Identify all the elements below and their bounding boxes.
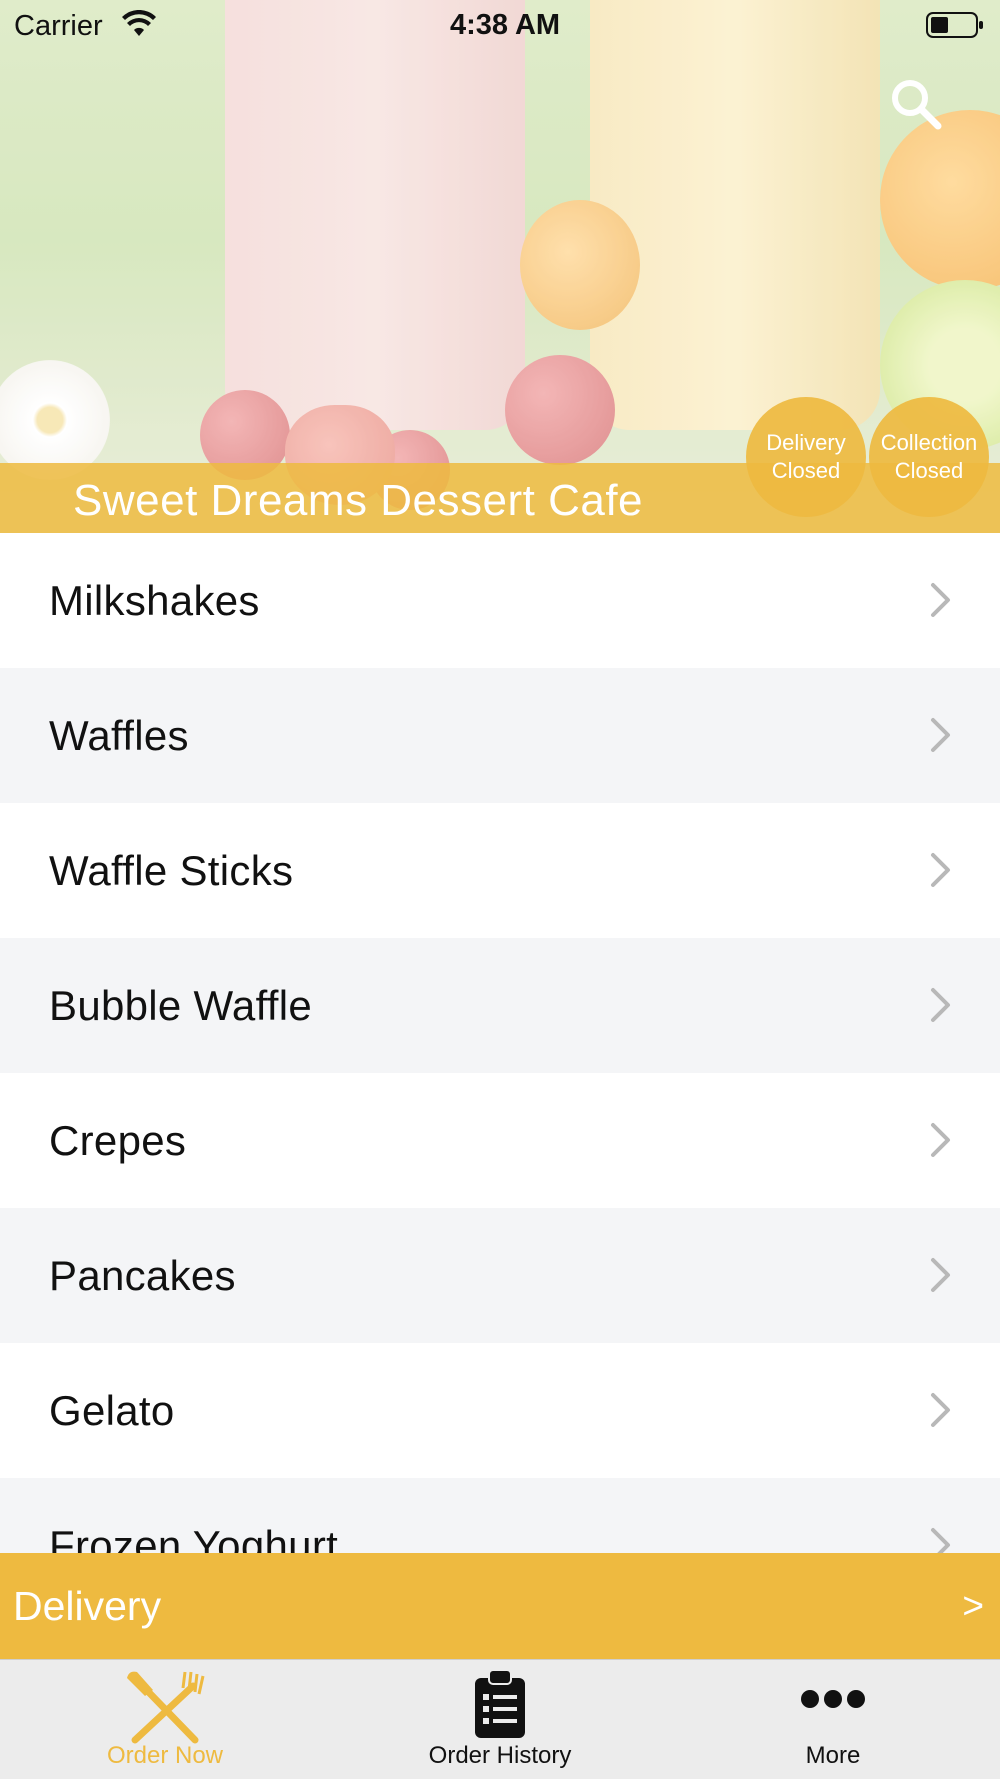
menu-item-milkshakes[interactable]: Milkshakes [0, 533, 1000, 668]
chevron-right-icon [931, 1258, 950, 1292]
search-icon[interactable] [888, 76, 944, 132]
badge-label: Collection [880, 430, 978, 455]
menu-item-pancakes[interactable]: Pancakes [0, 1208, 1000, 1343]
tab-label: More [805, 1742, 861, 1769]
delivery-mode-button[interactable]: Delivery > [0, 1553, 1000, 1659]
menu-item-frozen-yoghurt[interactable]: Frozen Yoghurt [0, 1478, 1000, 1553]
chevron-right-icon [931, 718, 950, 752]
menu-item-label: Pancakes [49, 1252, 236, 1299]
chevron-right-icon: > [962, 1585, 984, 1626]
menu-item-label: Crepes [49, 1117, 187, 1164]
tab-bar: Order Now Order History More [0, 1659, 1000, 1779]
badge-status: Closed [771, 458, 841, 483]
menu-item-label: Bubble Waffle [49, 982, 313, 1029]
cafe-name: Sweet Dreams Dessert Cafe [73, 476, 644, 525]
status-bar: Carrier 4:38 AM [0, 0, 1000, 50]
tab-order-now[interactable]: Order Now [65, 1660, 265, 1779]
battery-icon [926, 12, 983, 38]
menu-item-label: Gelato [49, 1387, 175, 1434]
tab-more[interactable]: More [733, 1660, 933, 1779]
delivery-status-badge: Delivery Closed [746, 397, 866, 517]
menu-item-waffle-sticks[interactable]: Waffle Sticks [0, 803, 1000, 938]
clock: 4:38 AM [449, 9, 561, 41]
fork-knife-icon [127, 1671, 205, 1744]
menu-item-crepes[interactable]: Crepes [0, 1073, 1000, 1208]
chevron-right-icon [931, 1123, 950, 1157]
chevron-right-icon [931, 988, 950, 1022]
badge-label: Delivery [766, 430, 846, 455]
chevron-right-icon [931, 1393, 950, 1427]
badge-status: Closed [894, 458, 964, 483]
menu-item-label: Waffle Sticks [49, 847, 294, 894]
tab-label: Order Now [106, 1742, 224, 1769]
chevron-right-icon [931, 583, 950, 617]
chevron-right-icon [931, 853, 950, 887]
menu-category-list: Milkshakes Waffles Waffle Sticks Bubble … [0, 533, 1000, 1553]
clipboard-icon [475, 1669, 525, 1738]
chevron-right-icon [931, 1528, 950, 1553]
tab-order-history[interactable]: Order History [400, 1660, 600, 1779]
tab-label: Order History [428, 1742, 572, 1769]
menu-item-gelato[interactable]: Gelato [0, 1343, 1000, 1478]
menu-item-label: Frozen Yoghurt [49, 1522, 339, 1553]
menu-item-waffles[interactable]: Waffles [0, 668, 1000, 803]
collection-status-badge: Collection Closed [869, 397, 989, 517]
delivery-mode-label: Delivery [13, 1583, 162, 1629]
more-dots-icon [801, 1690, 865, 1708]
menu-item-label: Waffles [49, 712, 189, 759]
menu-item-bubble-waffle[interactable]: Bubble Waffle [0, 938, 1000, 1073]
menu-item-label: Milkshakes [49, 577, 260, 624]
